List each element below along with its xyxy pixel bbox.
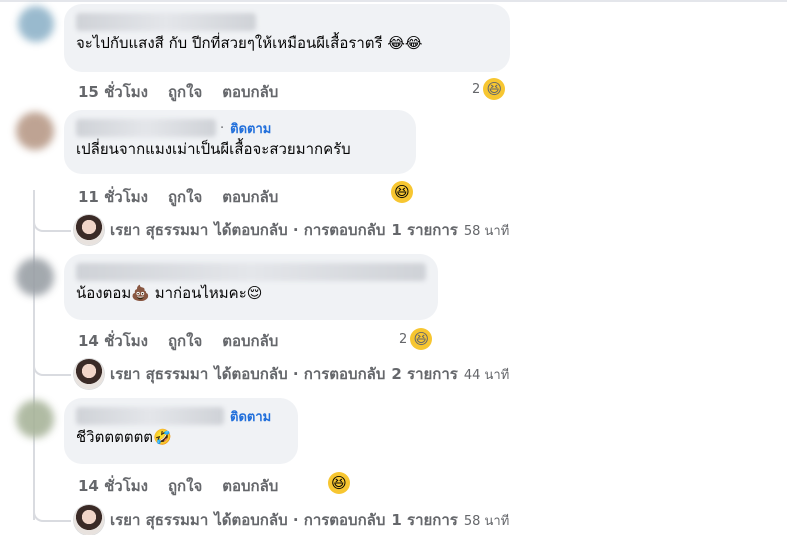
avatar[interactable] xyxy=(16,112,54,150)
reply-button[interactable]: ตอบกลับ xyxy=(222,185,278,209)
comment-time[interactable]: 11 ชั่วโมง xyxy=(78,185,148,209)
haha-reaction-icon[interactable]: 😆 xyxy=(328,472,350,494)
comment-actions: 15 ชั่วโมง ถูกใจ ตอบกลับ xyxy=(78,80,298,104)
rolling-laughing-icon: 🤣 xyxy=(153,428,172,446)
poop-icon: 💩 xyxy=(131,284,150,302)
reaction-count: 2 xyxy=(472,81,481,97)
reply-connector xyxy=(33,498,71,522)
comment-actions: 11 ชั่วโมง ถูกใจ ตอบกลับ xyxy=(78,185,298,209)
commenter-name[interactable] xyxy=(76,407,224,425)
reply-count: 2 รายการ xyxy=(391,365,458,383)
reply-time: 58 นาที xyxy=(463,513,510,529)
comment-text: น้องตอม💩 มาก่อนไหมคะ😌 xyxy=(76,284,263,302)
reaction-count: 2 xyxy=(399,331,408,347)
comment-bubble: จะไปกับแสงสี กับ ปีกที่สวยๆให้เหมือนผีเส… xyxy=(64,4,510,72)
reply-count: 1 รายการ xyxy=(391,511,458,529)
comment-bubble: น้องตอม💩 มาก่อนไหมคะ😌 xyxy=(64,254,438,320)
reaction-summary[interactable]: 2 😆 xyxy=(399,328,433,350)
commenter-name[interactable] xyxy=(76,262,426,282)
comment-text: ชีวิตตตตตต🤣 xyxy=(76,428,172,446)
top-divider xyxy=(0,0,787,2)
replies-summary[interactable]: เรยา สุธรรมมา ได้ตอบกลับ · การตอบกลับ 1 … xyxy=(74,215,509,245)
haha-reaction-icon[interactable]: 😆 xyxy=(391,181,413,203)
comment-actions: 14 ชั่วโมง ถูกใจ ตอบกลับ xyxy=(78,474,298,498)
reply-button[interactable]: ตอบกลับ xyxy=(222,329,278,353)
haha-reaction-icon: 😆 xyxy=(410,328,433,350)
reply-button[interactable]: ตอบกลับ xyxy=(222,80,278,104)
follow-button[interactable]: ติดตาม xyxy=(230,406,271,427)
reply-action-text: ได้ตอบกลับ · การตอบกลับ xyxy=(214,365,386,383)
follow-button[interactable]: ติดตาม xyxy=(230,118,271,139)
reply-avatar xyxy=(74,359,104,389)
comment-time[interactable]: 14 ชั่วโมง xyxy=(78,329,148,353)
reply-count: 1 รายการ xyxy=(391,221,458,239)
relieved-face-icon: 😌 xyxy=(246,284,263,302)
comment-bubble: ติดตาม ชีวิตตตตตต🤣 xyxy=(64,398,298,464)
reply-avatar xyxy=(74,505,104,535)
separator-dot: · xyxy=(220,120,225,136)
comment-bubble: · ติดตาม เปลี่ยนจากแมงเม่าเป็นผีเสื้อจะส… xyxy=(64,110,416,174)
like-button[interactable]: ถูกใจ xyxy=(168,185,202,209)
reply-action-text: ได้ตอบกลับ · การตอบกลับ xyxy=(214,221,386,239)
reply-author-name: เรยา สุธรรมมา xyxy=(110,221,209,239)
reply-time: 58 นาที xyxy=(463,223,510,239)
reply-button[interactable]: ตอบกลับ xyxy=(222,474,278,498)
reaction-summary[interactable]: 2 😆 xyxy=(472,78,506,100)
like-button[interactable]: ถูกใจ xyxy=(168,80,202,104)
reply-connector xyxy=(33,352,71,376)
commenter-name[interactable] xyxy=(76,119,216,137)
comment-text: จะไปกับแสงสี กับ ปีกที่สวยๆให้เหมือนผีเส… xyxy=(76,34,423,52)
like-button[interactable]: ถูกใจ xyxy=(168,329,202,353)
avatar[interactable] xyxy=(16,258,54,296)
replies-summary[interactable]: เรยา สุธรรมมา ได้ตอบกลับ · การตอบกลับ 1 … xyxy=(74,505,509,535)
reply-action-text: ได้ตอบกลับ · การตอบกลับ xyxy=(214,511,386,529)
reply-author-name: เรยา สุธรรมมา xyxy=(110,511,209,529)
laughing-tears-icon: 😂😂 xyxy=(387,34,423,52)
comment-text: เปลี่ยนจากแมงเม่าเป็นผีเสื้อจะสวยมากครับ xyxy=(76,140,351,158)
avatar[interactable] xyxy=(16,400,54,438)
reply-avatar xyxy=(74,215,104,245)
commenter-name[interactable] xyxy=(76,12,498,32)
avatar[interactable] xyxy=(18,6,54,42)
reply-time: 44 นาที xyxy=(463,367,510,383)
haha-reaction-icon: 😆 xyxy=(483,78,506,100)
reply-connector xyxy=(33,208,71,232)
comment-actions: 14 ชั่วโมง ถูกใจ ตอบกลับ xyxy=(78,329,298,353)
replies-summary[interactable]: เรยา สุธรรมมา ได้ตอบกลับ · การตอบกลับ 2 … xyxy=(74,359,509,389)
reply-author-name: เรยา สุธรรมมา xyxy=(110,365,209,383)
like-button[interactable]: ถูกใจ xyxy=(168,474,202,498)
comment-time[interactable]: 14 ชั่วโมง xyxy=(78,474,148,498)
comment-time[interactable]: 15 ชั่วโมง xyxy=(78,80,148,104)
